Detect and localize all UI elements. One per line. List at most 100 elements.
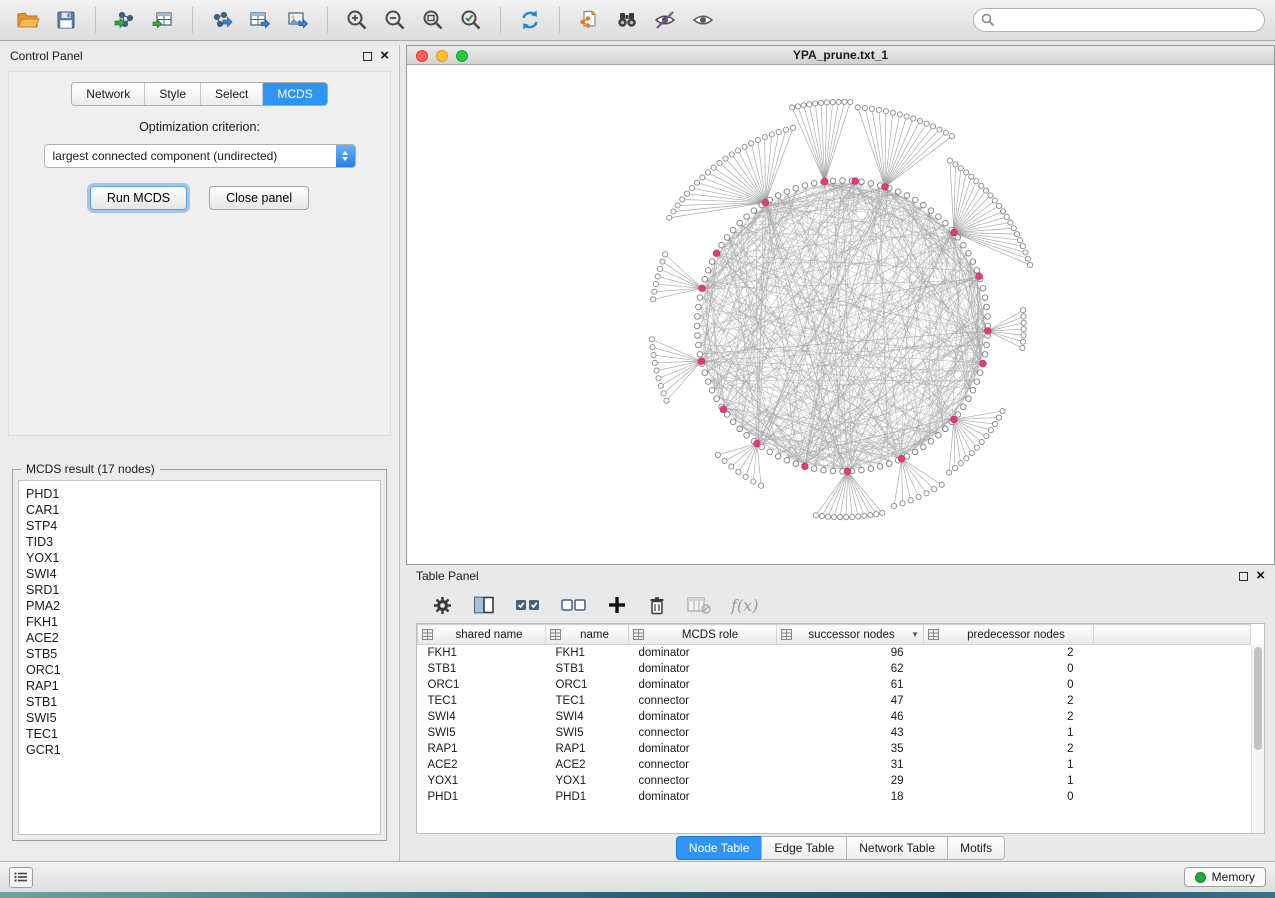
zoom-selected-icon[interactable] xyxy=(453,4,489,36)
tab-edge-table[interactable]: Edge Table xyxy=(761,836,847,860)
export-table-icon[interactable] xyxy=(242,4,278,36)
mcds-result-item[interactable]: PHD1 xyxy=(26,486,373,502)
mcds-result-item[interactable]: STP4 xyxy=(26,518,373,534)
table-cell[interactable]: 35 xyxy=(777,741,924,757)
table-row[interactable]: SWI4SWI4dominator462 xyxy=(418,709,1251,725)
table-cell[interactable]: 46 xyxy=(777,709,924,725)
table-row[interactable]: SWI5SWI5connector431 xyxy=(418,725,1251,741)
table-cell[interactable]: 43 xyxy=(777,725,924,741)
table-cell[interactable]: TEC1 xyxy=(546,693,629,709)
table-cell[interactable]: PHD1 xyxy=(418,789,546,805)
mcds-result-item[interactable]: CAR1 xyxy=(26,502,373,518)
table-cell[interactable]: 18 xyxy=(777,789,924,805)
scrollbar-thumb[interactable] xyxy=(1254,647,1262,750)
refresh-icon[interactable] xyxy=(512,4,548,36)
table-cell[interactable]: dominator xyxy=(629,741,777,757)
tab-motifs[interactable]: Motifs xyxy=(947,836,1005,860)
memory-button[interactable]: Memory xyxy=(1184,867,1266,887)
table-row[interactable]: STB1STB1dominator620 xyxy=(418,661,1251,677)
add-column-icon[interactable] xyxy=(607,595,627,615)
mcds-result-item[interactable]: SRD1 xyxy=(26,582,373,598)
table-cell[interactable]: 2 xyxy=(924,693,1094,709)
table-row[interactable]: RAP1RAP1dominator352 xyxy=(418,741,1251,757)
col-header-mcds-role[interactable]: MCDS role xyxy=(629,625,777,645)
table-cell[interactable]: 61 xyxy=(777,677,924,693)
table-cell[interactable]: 1 xyxy=(924,757,1094,773)
table-cell[interactable]: 62 xyxy=(777,661,924,677)
table-cell[interactable]: FKH1 xyxy=(546,645,629,661)
table-scrollbar[interactable] xyxy=(1251,645,1264,833)
select-all-icon[interactable] xyxy=(515,596,541,614)
table-cell[interactable]: RAP1 xyxy=(418,741,546,757)
table-cell[interactable]: ACE2 xyxy=(546,757,629,773)
mcds-result-item[interactable]: PMA2 xyxy=(26,598,373,614)
table-row[interactable]: TEC1TEC1connector472 xyxy=(418,693,1251,709)
mcds-result-item[interactable]: ACE2 xyxy=(26,630,373,646)
import-network-icon[interactable] xyxy=(107,4,143,36)
mcds-result-item[interactable]: STB1 xyxy=(26,694,373,710)
table-cell[interactable]: 2 xyxy=(924,741,1094,757)
tab-select[interactable]: Select xyxy=(201,83,263,105)
table-cell[interactable]: STB1 xyxy=(418,661,546,677)
table-cell[interactable]: SWI4 xyxy=(418,709,546,725)
table-cell[interactable]: ORC1 xyxy=(546,677,629,693)
eye-icon[interactable] xyxy=(685,4,721,36)
search-input[interactable] xyxy=(973,8,1265,32)
table-cell[interactable]: 29 xyxy=(777,773,924,789)
table-cell[interactable]: SWI4 xyxy=(546,709,629,725)
show-columns-icon[interactable] xyxy=(473,595,495,615)
float-panel-icon[interactable] xyxy=(363,52,372,61)
tab-network[interactable]: Network xyxy=(72,83,145,105)
table-cell[interactable]: dominator xyxy=(629,677,777,693)
panel-list-icon[interactable] xyxy=(9,867,33,888)
mcds-result-item[interactable]: YOX1 xyxy=(26,550,373,566)
table-cell[interactable]: connector xyxy=(629,725,777,741)
network-graph[interactable] xyxy=(407,65,1274,564)
table-cell[interactable]: 0 xyxy=(924,661,1094,677)
network-canvas[interactable] xyxy=(407,65,1274,564)
col-header-predecessor-nodes[interactable]: predecessor nodes xyxy=(924,625,1094,645)
col-header-shared-name[interactable]: shared name xyxy=(418,625,546,645)
table-cell[interactable]: connector xyxy=(629,693,777,709)
deselect-all-icon[interactable] xyxy=(561,596,587,614)
mcds-result-item[interactable]: TEC1 xyxy=(26,726,373,742)
mcds-result-item[interactable]: ORC1 xyxy=(26,662,373,678)
table-cell[interactable]: dominator xyxy=(629,789,777,805)
table-cell[interactable]: YOX1 xyxy=(546,773,629,789)
table-cell[interactable]: 2 xyxy=(924,709,1094,725)
table-row[interactable]: FKH1FKH1dominator962 xyxy=(418,645,1251,661)
zoom-out-icon[interactable] xyxy=(377,4,413,36)
table-cell[interactable]: RAP1 xyxy=(546,741,629,757)
table-cell[interactable]: dominator xyxy=(629,645,777,661)
mcds-result-item[interactable]: GCR1 xyxy=(26,742,373,758)
table-cell[interactable]: FKH1 xyxy=(418,645,546,661)
tab-network-table[interactable]: Network Table xyxy=(846,836,948,860)
import-table-icon[interactable] xyxy=(145,4,181,36)
table-cell[interactable]: SWI5 xyxy=(418,725,546,741)
tab-style[interactable]: Style xyxy=(145,83,201,105)
close-panel-icon[interactable]: × xyxy=(1256,571,1265,581)
table-cell[interactable]: ORC1 xyxy=(418,677,546,693)
mcds-result-item[interactable]: STB5 xyxy=(26,646,373,662)
table-row[interactable]: PHD1PHD1dominator180 xyxy=(418,789,1251,805)
mcds-result-item[interactable]: FKH1 xyxy=(26,614,373,630)
col-header-successor-nodes[interactable]: successor nodes▼ xyxy=(777,625,924,645)
table-cell[interactable]: connector xyxy=(629,773,777,789)
table-cell[interactable]: 1 xyxy=(924,773,1094,789)
table-cell[interactable]: 96 xyxy=(777,645,924,661)
tab-node-table[interactable]: Node Table xyxy=(676,836,763,860)
mcds-result-item[interactable]: SWI4 xyxy=(26,566,373,582)
binoculars-icon[interactable] xyxy=(609,4,645,36)
float-panel-icon[interactable] xyxy=(1239,572,1248,581)
clone-document-icon[interactable] xyxy=(571,4,607,36)
table-row[interactable]: YOX1YOX1connector291 xyxy=(418,773,1251,789)
table-cell[interactable]: dominator xyxy=(629,661,777,677)
close-panel-icon[interactable]: × xyxy=(380,51,389,61)
col-header-name[interactable]: name xyxy=(546,625,629,645)
delete-column-trash-icon[interactable] xyxy=(647,595,667,616)
table-cell[interactable]: 0 xyxy=(924,677,1094,693)
zoom-in-icon[interactable] xyxy=(339,4,375,36)
table-cell[interactable]: 31 xyxy=(777,757,924,773)
table-cell[interactable]: 47 xyxy=(777,693,924,709)
close-window-icon[interactable] xyxy=(416,50,428,62)
